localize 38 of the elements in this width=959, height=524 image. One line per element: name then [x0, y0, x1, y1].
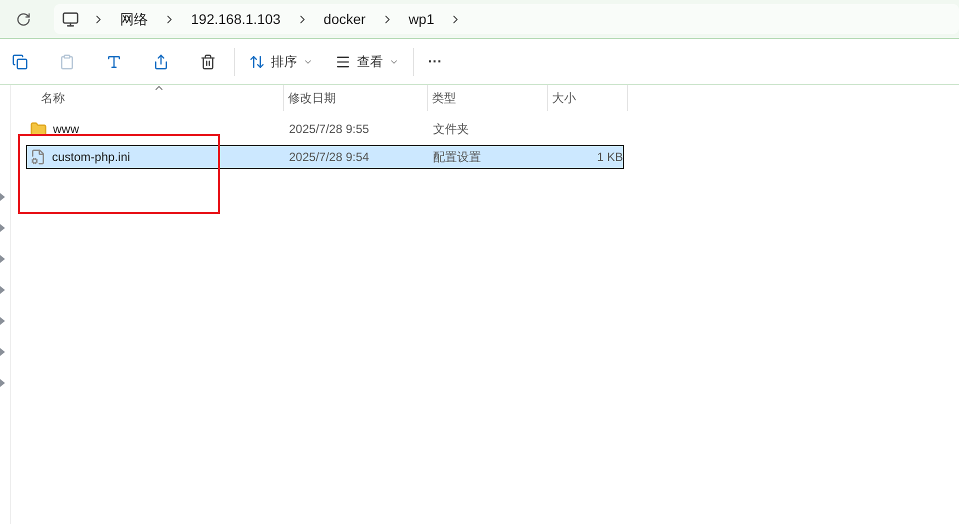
sort-button[interactable]: 排序: [249, 52, 313, 72]
column-header[interactable]: 大小: [548, 85, 628, 111]
expand-arrow-icon[interactable]: [0, 379, 5, 387]
column-header[interactable]: 名称: [26, 85, 284, 111]
computer-icon: [62, 10, 79, 28]
modified-date: 2025/7/28 9:55: [288, 121, 370, 138]
file-size: 1 KB: [596, 149, 623, 166]
expand-arrow-icon[interactable]: [0, 193, 5, 201]
breadcrumb-item[interactable]: wp1: [406, 8, 436, 30]
trash-icon: [200, 54, 216, 70]
lines-icon: [335, 54, 351, 70]
expand-arrow-icon[interactable]: [0, 317, 5, 325]
share-icon: [153, 54, 169, 70]
breadcrumb-item[interactable]: 网络: [118, 8, 150, 30]
modified-date: 2025/7/28 9:54: [288, 149, 370, 166]
sort-arrows-icon: [249, 54, 265, 70]
copy-icon: [12, 54, 28, 70]
file-type: 文件夹: [432, 121, 470, 138]
breadcrumb-item[interactable]: 192.168.1.103: [189, 8, 283, 30]
clipboard-icon: [59, 54, 75, 70]
file-row[interactable]: www 2025/7/28 9:55 文件夹: [26, 117, 624, 141]
file-type: 配置设置: [432, 149, 482, 166]
expand-arrow-icon[interactable]: [0, 286, 5, 294]
view-button[interactable]: 查看: [335, 52, 399, 72]
column-header[interactable]: 修改日期: [284, 85, 428, 111]
expand-arrow-icon[interactable]: [0, 224, 5, 232]
address-bar[interactable]: 网络 192.168.1.103 docker wp1: [54, 4, 959, 34]
expand-arrow-icon[interactable]: [0, 255, 5, 263]
more-button[interactable]: ···: [428, 51, 442, 72]
settings-file-icon: [30, 149, 46, 165]
breadcrumb-item[interactable]: docker: [322, 8, 368, 30]
text-icon: [106, 54, 122, 70]
expand-arrow-icon[interactable]: [0, 348, 5, 356]
file-row[interactable]: custom-php.ini 2025/7/28 9:54 配置设置 1 KB: [26, 145, 624, 169]
file-name: custom-php.ini: [52, 149, 130, 166]
refresh-icon: [16, 12, 30, 26]
column-header[interactable]: 类型: [428, 85, 548, 111]
file-name: www: [53, 121, 79, 138]
